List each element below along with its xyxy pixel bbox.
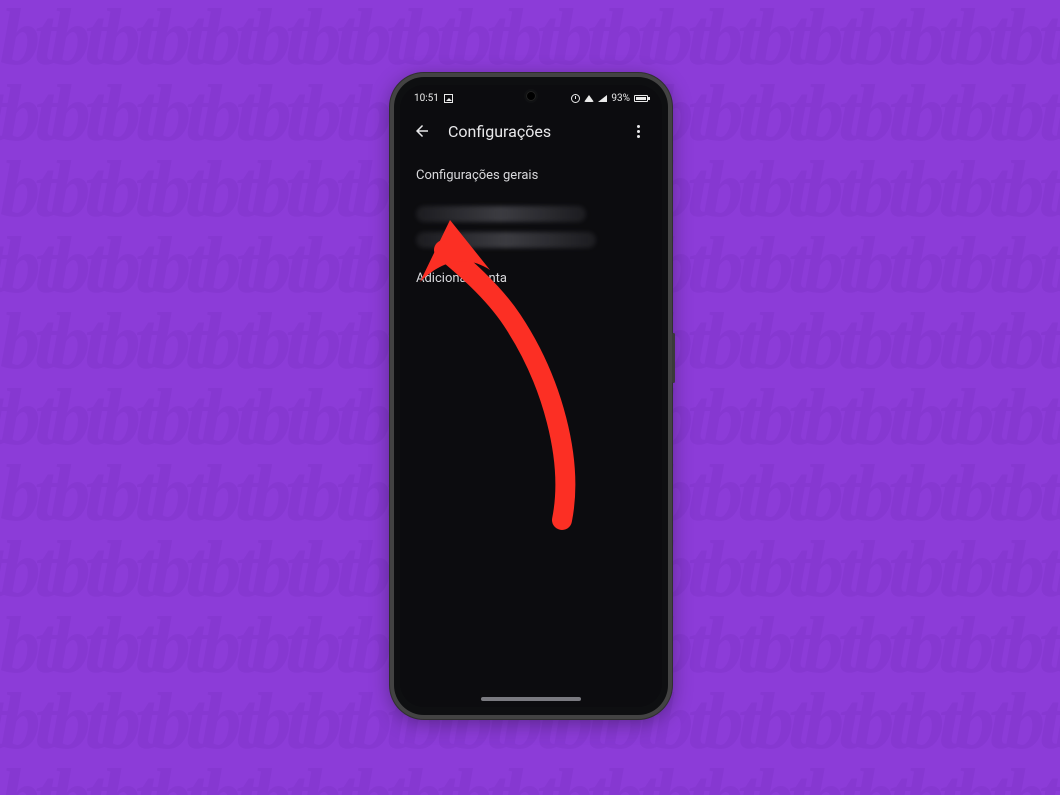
- camera-hole: [526, 91, 536, 101]
- redacted-account-1[interactable]: [416, 206, 586, 222]
- phone-frame: 10:51 93% Configurações: [390, 73, 672, 719]
- add-account-item[interactable]: Adicionar conta: [416, 258, 646, 299]
- status-clock: 10:51: [414, 93, 439, 104]
- arrow-left-icon: [413, 122, 431, 140]
- more-button[interactable]: [624, 117, 652, 145]
- general-settings-item[interactable]: Configurações gerais: [416, 155, 646, 196]
- back-button[interactable]: [406, 115, 438, 147]
- redacted-account-2[interactable]: [416, 232, 596, 248]
- app-bar: Configurações: [400, 111, 662, 151]
- more-vert-icon: [637, 125, 640, 138]
- picture-icon: [444, 94, 453, 103]
- signal-icon: [598, 95, 607, 102]
- settings-list: Configurações gerais Adicionar conta: [400, 151, 662, 303]
- alarm-icon: [571, 94, 580, 103]
- wifi-icon: [584, 95, 594, 102]
- page-title: Configurações: [448, 122, 551, 141]
- phone-screen: 10:51 93% Configurações: [400, 85, 662, 707]
- battery-icon: [634, 95, 648, 102]
- gesture-bar[interactable]: [481, 697, 581, 701]
- status-battery-text: 93%: [611, 93, 630, 104]
